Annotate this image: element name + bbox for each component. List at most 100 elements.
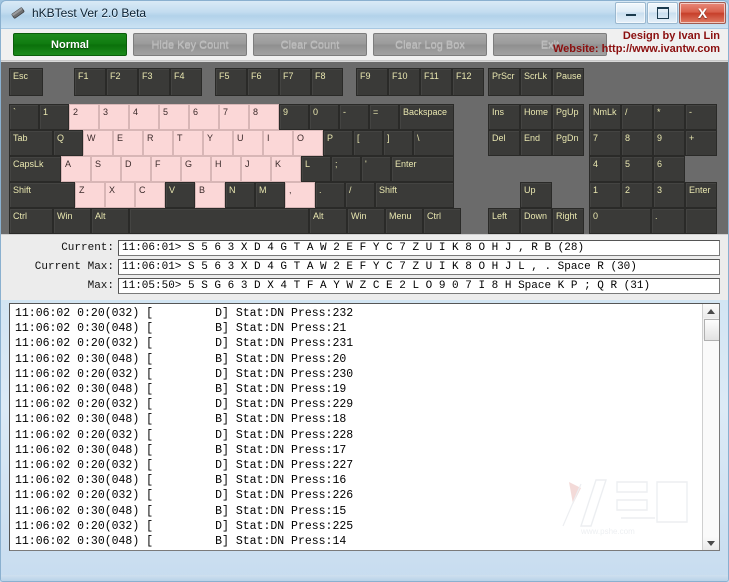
key-8-1-8[interactable]: 8 <box>249 104 279 130</box>
key-blank-2-13[interactable]: \ <box>413 130 454 156</box>
key-v-4-4[interactable]: V <box>165 182 195 208</box>
key-f-3-4[interactable]: F <box>151 156 181 182</box>
key-0-1-10[interactable]: 0 <box>309 104 339 130</box>
key-6-1-6[interactable]: 6 <box>189 104 219 130</box>
key-o-2-9[interactable]: O <box>293 130 323 156</box>
key-blank-5-12[interactable]: . <box>651 208 685 234</box>
key-j-3-7[interactable]: J <box>241 156 271 182</box>
key-down-5-9[interactable]: Down <box>520 208 552 234</box>
key-win-5-1[interactable]: Win <box>53 208 91 234</box>
key-f10-0-10[interactable]: F10 <box>388 68 420 96</box>
key-ctrl-5-7[interactable]: Ctrl <box>423 208 461 234</box>
scroll-down-icon[interactable] <box>703 536 719 550</box>
key-3-4-15[interactable]: 3 <box>653 182 685 208</box>
key-c-4-3[interactable]: C <box>135 182 165 208</box>
key-7-1-7[interactable]: 7 <box>219 104 249 130</box>
key-home-1-15[interactable]: Home <box>520 104 552 130</box>
key-alt-5-2[interactable]: Alt <box>91 208 129 234</box>
key-enter-3-12[interactable]: Enter <box>391 156 454 182</box>
clear-log-box-button[interactable]: Clear Log Box <box>373 33 487 56</box>
key-f2-0-2[interactable]: F2 <box>106 68 138 96</box>
key-blank-2-11[interactable]: [ <box>353 130 383 156</box>
key-k-3-8[interactable]: K <box>271 156 301 182</box>
key-f5-0-5[interactable]: F5 <box>215 68 247 96</box>
max-value[interactable]: 11:05:50> 5 S G 6 3 D X 4 T F A Y W Z C … <box>118 278 720 294</box>
keyboard-map[interactable]: Esc F1 F2 F3 F4 F5 F6 F7 F8 F9 F10 F11 F12 PrScr ScrLk… <box>1 61 728 234</box>
current-value[interactable]: 11:06:01> S 5 6 3 X D 4 G T A W 2 E F Y … <box>118 240 720 256</box>
key-f9-0-9[interactable]: F9 <box>356 68 388 96</box>
key-esc-0-0[interactable]: Esc <box>9 68 43 96</box>
key-i-2-8[interactable]: I <box>263 130 293 156</box>
key-blank-1-0[interactable]: ` <box>9 104 39 130</box>
key-5-1-5[interactable]: 5 <box>159 104 189 130</box>
key-blank-1-19[interactable]: * <box>653 104 685 130</box>
key-pgdn-2-16[interactable]: PgDn <box>552 130 584 156</box>
key-pause-0-15[interactable]: Pause <box>552 68 584 96</box>
key-b-4-5[interactable]: B <box>195 182 225 208</box>
key-x-4-2[interactable]: X <box>105 182 135 208</box>
key-h-3-6[interactable]: H <box>211 156 241 182</box>
key-f1-0-1[interactable]: F1 <box>74 68 106 96</box>
current-max-value[interactable]: 11:06:01> S 5 6 3 X D 4 G T A W 2 E F Y … <box>118 259 720 275</box>
key-prscr-0-13[interactable]: PrScr <box>488 68 520 96</box>
minimize-button[interactable] <box>615 2 646 24</box>
key-ins-1-14[interactable]: Ins <box>488 104 520 130</box>
key-menu-5-6[interactable]: Menu <box>385 208 423 234</box>
key-s-3-2[interactable]: S <box>91 156 121 182</box>
key-p-2-10[interactable]: P <box>323 130 353 156</box>
close-button[interactable]: X <box>679 2 726 24</box>
key-f12-0-12[interactable]: F12 <box>452 68 484 96</box>
log-scrollbar[interactable] <box>702 304 719 550</box>
key-w-2-2[interactable]: W <box>83 130 113 156</box>
key-shift-4-0[interactable]: Shift <box>9 182 75 208</box>
key-right-5-10[interactable]: Right <box>552 208 584 234</box>
key-7-2-17[interactable]: 7 <box>589 130 621 156</box>
maximize-button[interactable] <box>647 2 678 24</box>
key-f8-0-8[interactable]: F8 <box>311 68 343 96</box>
key-g-3-5[interactable]: G <box>181 156 211 182</box>
key-d-3-3[interactable]: D <box>121 156 151 182</box>
scrollbar-thumb[interactable] <box>704 319 719 341</box>
key-blank-2-12[interactable]: ] <box>383 130 413 156</box>
key-m-4-7[interactable]: M <box>255 182 285 208</box>
key-blank-5-3[interactable] <box>129 208 309 234</box>
key-end-2-15[interactable]: End <box>520 130 552 156</box>
key-4-1-4[interactable]: 4 <box>129 104 159 130</box>
key-capslk-3-0[interactable]: CapsLk <box>9 156 61 182</box>
key-3-1-3[interactable]: 3 <box>99 104 129 130</box>
key-blank-3-11[interactable]: ' <box>361 156 391 182</box>
key-blank-4-8[interactable]: , <box>285 182 315 208</box>
key-pgup-1-16[interactable]: PgUp <box>552 104 584 130</box>
key-ctrl-5-0[interactable]: Ctrl <box>9 208 53 234</box>
log-box[interactable]: 11:06:02 0:20(032) [ D] Stat:DN Press:23… <box>9 303 720 551</box>
key-blank-1-20[interactable]: - <box>685 104 717 130</box>
key-alt-5-4[interactable]: Alt <box>309 208 347 234</box>
key-blank-4-10[interactable]: / <box>345 182 375 208</box>
key-6-3-15[interactable]: 6 <box>653 156 685 182</box>
hide-key-count-button[interactable]: Hide Key Count <box>133 33 247 56</box>
key-1-1-1[interactable]: 1 <box>39 104 69 130</box>
key-blank-1-11[interactable]: - <box>339 104 369 130</box>
key-r-2-4[interactable]: R <box>143 130 173 156</box>
clear-count-button[interactable]: Clear Count <box>253 33 367 56</box>
key-n-4-6[interactable]: N <box>225 182 255 208</box>
key-9-2-19[interactable]: 9 <box>653 130 685 156</box>
key-f3-0-3[interactable]: F3 <box>138 68 170 96</box>
key-t-2-5[interactable]: T <box>173 130 203 156</box>
key-2-4-14[interactable]: 2 <box>621 182 653 208</box>
scrollbar-track[interactable] <box>703 339 719 536</box>
key-blank-2-20[interactable]: + <box>685 130 717 156</box>
key-enter-4-16[interactable]: Enter <box>685 182 717 208</box>
normal-mode-button[interactable]: Normal <box>13 33 127 56</box>
key-0-5-11[interactable]: 0 <box>589 208 651 234</box>
key-u-2-7[interactable]: U <box>233 130 263 156</box>
key-9-1-9[interactable]: 9 <box>279 104 309 130</box>
key-a-3-1[interactable]: A <box>61 156 91 182</box>
key-e-2-3[interactable]: E <box>113 130 143 156</box>
key-up-4-12[interactable]: Up <box>520 182 552 208</box>
key-l-3-9[interactable]: L <box>301 156 331 182</box>
key-f11-0-11[interactable]: F11 <box>420 68 452 96</box>
key-scrlk-0-14[interactable]: ScrLk <box>520 68 552 96</box>
key-4-3-13[interactable]: 4 <box>589 156 621 182</box>
key-f4-0-4[interactable]: F4 <box>170 68 202 96</box>
